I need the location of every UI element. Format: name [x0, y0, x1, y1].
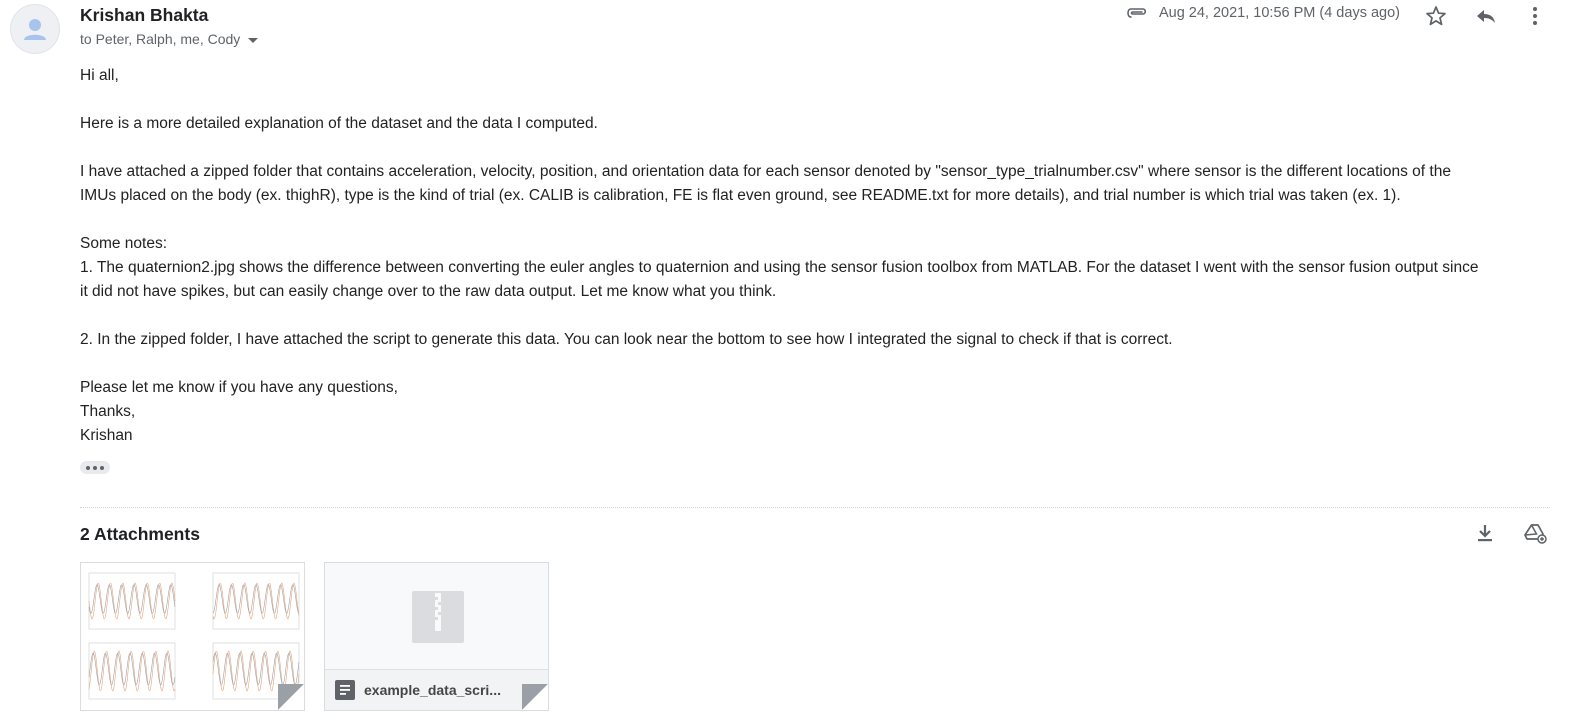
- closing-line: Please let me know if you have any quest…: [80, 379, 398, 396]
- add-to-drive-button[interactable]: [1521, 519, 1549, 547]
- download-icon: [1478, 525, 1492, 542]
- plot-thumbnail-image: [81, 563, 304, 710]
- star-button[interactable]: [1422, 2, 1450, 30]
- sender-avatar[interactable]: [10, 4, 60, 54]
- person-icon: [24, 19, 46, 40]
- notes-heading: Some notes:: [80, 235, 168, 252]
- sender-name[interactable]: Krishan Bhakta: [80, 5, 208, 26]
- note-line: 2. In the zipped folder, I have attached…: [80, 331, 1173, 348]
- greeting: Hi all,: [80, 67, 119, 84]
- signature: Krishan: [80, 427, 133, 444]
- recipients-text: to Peter, Ralph, me, Cody: [80, 31, 241, 47]
- document-icon: [335, 680, 355, 700]
- message-meta: Aug 24, 2021, 10:56 PM (4 days ago): [1125, 5, 1400, 21]
- chevron-down-icon[interactable]: [248, 37, 259, 43]
- reply-button[interactable]: [1472, 2, 1500, 30]
- divider: [80, 507, 1550, 508]
- attachments-title: 2 Attachments: [80, 524, 200, 544]
- more-options-button[interactable]: [1521, 2, 1549, 30]
- message-body: Hi all, Here is a more detailed explanat…: [80, 64, 1550, 448]
- recipients-line[interactable]: to Peter, Ralph, me, Cody: [80, 31, 259, 47]
- attachment-filename: example_data_scri...: [364, 682, 501, 698]
- paperclip-icon: [1127, 8, 1147, 18]
- paragraph-line: IMUs placed on the body (ex. thighR), ty…: [80, 187, 1401, 204]
- closing-line: Thanks,: [80, 403, 136, 420]
- intro-paragraph: Here is a more detailed explanation of t…: [80, 115, 598, 132]
- more-vert-icon: [1533, 7, 1537, 25]
- star-icon: [1426, 6, 1446, 26]
- reply-icon: [1477, 10, 1495, 23]
- attachment-zip-card[interactable]: example_data_scri...: [324, 562, 549, 711]
- attachment-chip[interactable]: example_data_scri...: [325, 669, 548, 710]
- message-date: Aug 24, 2021, 10:56 PM (4 days ago): [1158, 5, 1400, 21]
- paragraph-line: I have attached a zipped folder that con…: [80, 163, 1451, 180]
- download-all-button[interactable]: [1471, 519, 1499, 547]
- note-line: 1. The quaternion2.jpg shows the differe…: [80, 259, 1479, 276]
- show-trimmed-content-button[interactable]: [80, 461, 110, 474]
- note-line: it did not have spikes, but can easily c…: [80, 283, 777, 300]
- zip-file-icon: [412, 591, 464, 643]
- add-to-drive-icon: [1524, 524, 1547, 544]
- attachment-image-card[interactable]: [80, 562, 305, 711]
